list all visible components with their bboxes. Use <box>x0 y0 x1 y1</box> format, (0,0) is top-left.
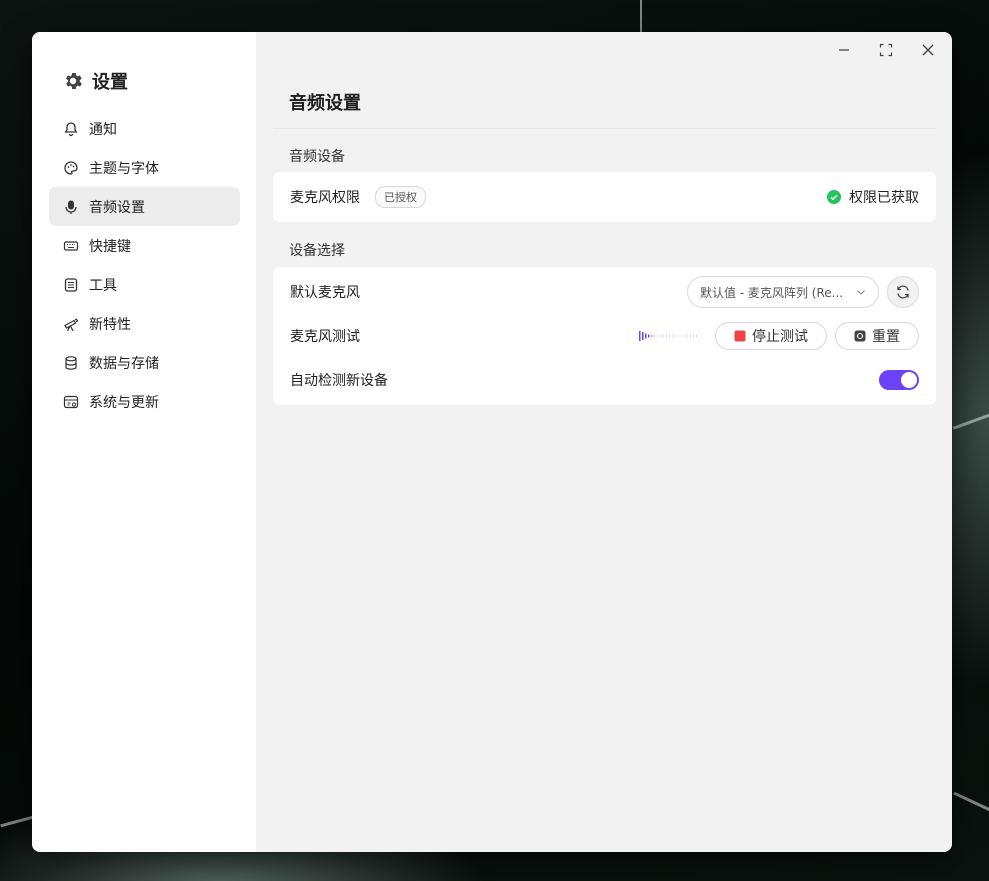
mic-test-label: 麦克风测试 <box>290 329 360 345</box>
default-mic-label: 默认麦克风 <box>290 285 360 301</box>
palette-icon <box>64 160 78 175</box>
auto-detect-row: 自动检测新设备 <box>273 358 936 402</box>
sidebar-header: 设置 <box>62 68 128 94</box>
stop-icon <box>734 330 746 342</box>
mic-permission-row: 麦克风权限 已授权 权限已获取 <box>273 172 936 222</box>
auto-detect-toggle[interactable] <box>879 370 919 390</box>
reset-button[interactable]: 重置 <box>835 322 919 350</box>
minimize-icon <box>839 49 849 51</box>
window-controls <box>826 40 946 60</box>
default-mic-row: 默认麦克风 默认值 - 麦克风阵列 (Re... <box>273 270 936 314</box>
sidebar-item-label: 快捷键 <box>89 238 131 255</box>
default-mic-selected: 默认值 - 麦克风阵列 (Re... <box>700 285 844 300</box>
sidebar-item-label: 工具 <box>89 277 117 294</box>
audio-device-card: 麦克风权限 已授权 权限已获取 <box>273 172 936 222</box>
sidebar: 设置 通知 主题与字体 音频设置 快捷键 工具 新特性 数据与存储 系统与更新 <box>32 32 256 852</box>
minimize-button[interactable] <box>826 40 862 60</box>
sidebar-item-label: 主题与字体 <box>89 160 159 177</box>
auto-detect-label: 自动检测新设备 <box>290 373 388 389</box>
gear-icon <box>66 73 82 89</box>
default-mic-select[interactable]: 默认值 - 麦克风阵列 (Re... <box>687 276 879 308</box>
status-badge: 已授权 <box>375 186 426 208</box>
sidebar-item-new-features[interactable]: 新特性 <box>49 304 240 343</box>
stop-test-label: 停止测试 <box>752 329 808 345</box>
database-icon <box>65 355 77 370</box>
tools-icon <box>64 277 78 292</box>
section-label-audio-device: 音频设备 <box>289 149 345 165</box>
check-circle-icon <box>827 190 841 204</box>
permission-status: 权限已获取 <box>827 187 919 207</box>
sidebar-item-data-storage[interactable]: 数据与存储 <box>49 343 240 382</box>
keyboard-icon <box>63 240 79 251</box>
close-button[interactable] <box>910 40 946 60</box>
telescope-icon <box>64 317 79 331</box>
sidebar-item-audio[interactable]: 音频设置 <box>49 187 240 226</box>
refresh-icon <box>897 285 909 299</box>
settings-window: 设置 通知 主题与字体 音频设置 快捷键 工具 新特性 数据与存储 系统与更新 … <box>32 32 952 852</box>
sidebar-item-label: 新特性 <box>89 316 131 333</box>
audio-level-meter <box>639 331 697 341</box>
sidebar-item-shortcuts[interactable]: 快捷键 <box>49 226 240 265</box>
sidebar-item-system-update[interactable]: 系统与更新 <box>49 382 240 421</box>
mic-test-row: 麦克风测试 停止测试 重置 <box>273 314 936 358</box>
background-streak <box>953 791 989 812</box>
main-panel: 音频设置 音频设备 麦克风权限 已授权 权限已获取 设备选择 默认麦克风 默认值… <box>256 32 952 852</box>
title-divider <box>273 128 936 129</box>
device-select-card: 默认麦克风 默认值 - 麦克风阵列 (Re... 麦克风测试 停止测试 重置 自… <box>273 267 936 405</box>
microphone-icon <box>65 200 77 214</box>
bell-icon <box>64 121 78 136</box>
sidebar-item-label: 系统与更新 <box>89 394 159 411</box>
sidebar-item-tools[interactable]: 工具 <box>49 265 240 304</box>
background-streak <box>952 413 989 430</box>
mic-permission-label: 麦克风权限 <box>290 190 360 206</box>
sidebar-title: 设置 <box>92 72 128 93</box>
sidebar-nav: 通知 主题与字体 音频设置 快捷键 工具 新特性 数据与存储 系统与更新 <box>49 109 240 421</box>
background-streak <box>640 0 642 34</box>
section-label-device-select: 设备选择 <box>289 243 345 259</box>
reset-icon <box>854 330 866 342</box>
page-title: 音频设置 <box>289 93 361 114</box>
reset-label: 重置 <box>872 329 900 345</box>
maximize-button[interactable] <box>868 40 904 60</box>
toggle-knob <box>901 372 917 388</box>
sidebar-item-label: 通知 <box>89 121 117 138</box>
permission-status-text: 权限已获取 <box>849 190 919 206</box>
sidebar-item-label: 音频设置 <box>89 199 145 216</box>
sidebar-item-label: 数据与存储 <box>89 355 159 372</box>
system-icon <box>63 395 79 408</box>
sidebar-item-theme[interactable]: 主题与字体 <box>49 148 240 187</box>
sidebar-item-notifications[interactable]: 通知 <box>49 109 240 148</box>
stop-test-button[interactable]: 停止测试 <box>715 322 827 350</box>
refresh-devices-button[interactable] <box>887 276 919 308</box>
maximize-icon <box>879 43 893 57</box>
chevron-down-icon <box>857 290 865 295</box>
background-streak <box>0 815 34 828</box>
close-icon <box>922 44 934 56</box>
